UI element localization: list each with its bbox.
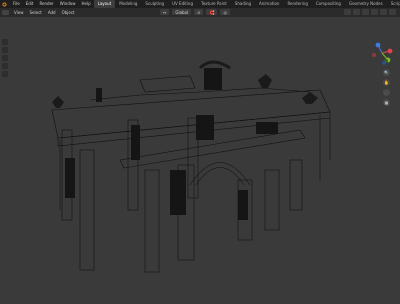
menu-select[interactable]: Select: [27, 10, 45, 15]
tab-geometry-nodes[interactable]: Geometry Nodes: [345, 0, 387, 8]
menu-edit[interactable]: Edit: [23, 0, 37, 8]
pillar-5: [264, 169, 280, 231]
frieze-detail-2: [256, 122, 278, 134]
3d-viewport[interactable]: 🔍 ✋ 🎥 ▦: [0, 17, 400, 300]
viewport-header: View Select Add Object ↔ Global ⊙ 🧲 ◎: [0, 8, 400, 17]
pivot-icon[interactable]: ⊙: [194, 9, 204, 15]
menu-add[interactable]: Add: [45, 10, 59, 15]
statue-1: [96, 88, 102, 102]
wireframe-model: [51, 60, 331, 273]
statue-mid: [258, 74, 272, 88]
blender-logo-icon[interactable]: [2, 2, 7, 7]
tab-uv-editing[interactable]: UV Editing: [168, 0, 197, 8]
select-tool-icon[interactable]: [2, 39, 8, 45]
menu-help[interactable]: Help: [78, 0, 93, 8]
x-axis-icon: [387, 48, 393, 54]
tab-scripting[interactable]: Scripting: [387, 0, 400, 8]
arch-outer: [189, 162, 251, 186]
cursor-tool-icon[interactable]: [2, 47, 8, 53]
shading-tools: [344, 9, 396, 15]
frieze-detail: [196, 115, 214, 140]
pillar-detail-4: [238, 190, 248, 220]
move-tool-icon[interactable]: [2, 55, 8, 61]
rotate-tool-icon[interactable]: [2, 63, 8, 69]
gizmo-toggle-icon[interactable]: [353, 9, 360, 15]
menu-view[interactable]: View: [11, 10, 27, 15]
menu-object[interactable]: Object: [59, 10, 78, 15]
statue-group: [204, 68, 222, 90]
roof-box: [139, 75, 196, 93]
transform-orientation-icon[interactable]: ↔: [160, 9, 170, 15]
overlay-icon[interactable]: [362, 9, 369, 15]
statue-left: [52, 96, 64, 108]
editor-type-icon[interactable]: [2, 10, 9, 15]
tab-rendering[interactable]: Rendering: [283, 0, 311, 8]
pillar-detail-2: [131, 125, 140, 160]
roof-rail: [89, 87, 311, 101]
pillar-6: [289, 159, 303, 211]
tab-modeling[interactable]: Modeling: [115, 0, 141, 8]
pan-icon[interactable]: ✋: [383, 79, 390, 86]
tool-strip: [2, 39, 8, 79]
tab-sculpting[interactable]: Sculpting: [141, 0, 168, 8]
menu-window[interactable]: Window: [57, 0, 79, 8]
proportional-edit-icon[interactable]: ◎: [220, 9, 230, 15]
statue-arch: [198, 60, 231, 70]
transform-orientation-select[interactable]: Global: [172, 9, 192, 15]
transform-tools: ↔ Global ⊙ 🧲 ◎: [160, 9, 230, 15]
grid-icon[interactable]: ▦: [383, 99, 390, 106]
snap-icon[interactable]: 🧲: [206, 9, 218, 15]
roof-slab: [51, 89, 331, 139]
tab-layout[interactable]: Layout: [93, 0, 116, 8]
tab-compositing[interactable]: Compositing: [312, 0, 345, 8]
xray-icon[interactable]: [371, 9, 378, 15]
solid-shading-icon[interactable]: [389, 9, 396, 15]
z-axis-icon: [375, 42, 381, 48]
arch: [195, 167, 245, 186]
tab-animation[interactable]: Animation: [255, 0, 283, 8]
camera-icon[interactable]: 🎥: [383, 89, 390, 96]
tab-texture-paint[interactable]: Texture Paint: [197, 0, 231, 8]
wireframe-shading-icon[interactable]: [380, 9, 387, 15]
menu-render[interactable]: Render: [36, 0, 56, 8]
top-bar: File Edit Render Window Help Layout Mode…: [0, 0, 400, 8]
scale-tool-icon[interactable]: [2, 71, 8, 77]
pillar-detail-1: [65, 158, 75, 198]
statue-right: [302, 92, 318, 104]
visibility-icon[interactable]: [344, 9, 351, 15]
tab-shading[interactable]: Shading: [231, 0, 255, 8]
pillar-2: [144, 169, 160, 273]
navigation-buttons: 🔍 ✋ 🎥 ▦: [383, 69, 390, 106]
axis-gizmo[interactable]: [370, 41, 394, 65]
zoom-icon[interactable]: 🔍: [383, 69, 390, 76]
pillar-1: [79, 149, 95, 271]
menu-file[interactable]: File: [10, 0, 23, 8]
pillar-detail-3: [170, 170, 186, 215]
